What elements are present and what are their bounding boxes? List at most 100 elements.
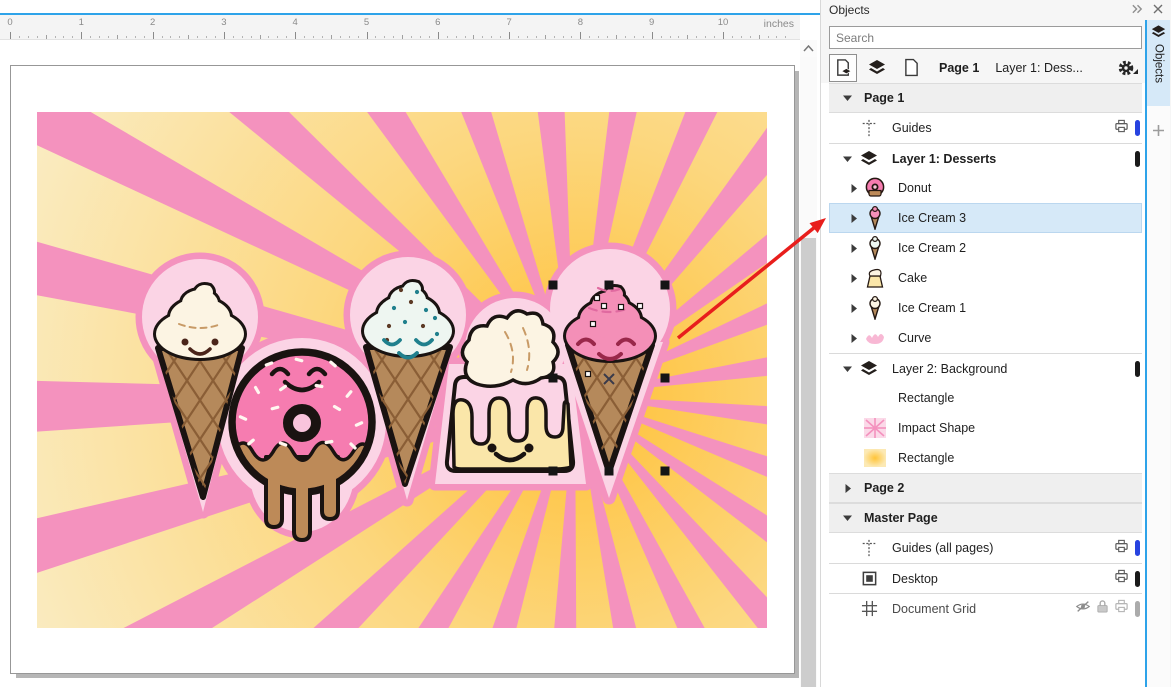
page-header-row-master-page[interactable]: Master Page	[829, 503, 1142, 533]
layer-manager-view-button[interactable]	[863, 54, 891, 82]
row-label: Ice Cream 2	[898, 241, 966, 255]
collapse-toggle-icon[interactable]	[841, 366, 854, 372]
thumbnail-ice-cream-mint	[862, 236, 888, 260]
page-with-layer-icon	[834, 58, 853, 77]
expand-toggle-icon[interactable]	[847, 244, 860, 253]
close-docker-icon[interactable]	[1153, 1, 1163, 19]
ruler-number: 8	[571, 17, 589, 28]
item-row-guides[interactable]: Guides	[829, 113, 1142, 143]
row-label: Page 1	[864, 91, 904, 105]
printer-icon[interactable]	[1114, 539, 1129, 558]
object-row-ice-cream-3[interactable]: Ice Cream 3	[829, 203, 1142, 233]
layer-color-bar[interactable]	[1135, 120, 1140, 136]
drawing-workspace: inches 012345678910	[0, 0, 820, 687]
ruler-number: 0	[1, 17, 19, 28]
drawing-canvas[interactable]	[37, 112, 767, 628]
row-label: Rectangle	[898, 391, 954, 405]
active-layer-label: Layer 1: Dess...	[995, 61, 1083, 75]
add-docker-button[interactable]	[1147, 118, 1170, 142]
view-current-page-button[interactable]	[829, 54, 857, 82]
layers-icon	[868, 60, 886, 76]
docker-tab-strip: Objects	[1145, 20, 1170, 687]
object-row-ice-cream-1[interactable]: Ice Cream 1	[829, 293, 1142, 323]
guides-icon	[856, 119, 882, 137]
layer-color-bar[interactable]	[1135, 151, 1140, 167]
thumbnail-blank	[862, 389, 888, 407]
docker-title: Objects	[829, 3, 870, 17]
search-input[interactable]	[829, 26, 1142, 49]
collapse-docker-icon[interactable]	[1131, 1, 1144, 19]
ruler-number: 1	[72, 17, 90, 28]
eye-off-icon[interactable]	[1075, 600, 1091, 618]
row-label: Master Page	[864, 511, 938, 525]
expand-toggle-icon[interactable]	[847, 334, 860, 343]
layer-color-bar[interactable]	[1135, 361, 1140, 377]
printer-icon[interactable]	[1114, 569, 1129, 588]
layer-color-bar[interactable]	[1135, 540, 1140, 556]
ruler-number: 9	[643, 17, 661, 28]
printer-icon[interactable]	[1114, 119, 1129, 138]
row-label: Guides	[892, 121, 932, 135]
collapse-toggle-icon[interactable]	[841, 95, 854, 101]
page-header-row-page-1[interactable]: Page 1	[829, 83, 1142, 113]
docker-titlebar: Objects	[821, 0, 1171, 20]
object-row-cake[interactable]: Cake	[829, 263, 1142, 293]
expand-toggle-icon[interactable]	[841, 484, 854, 493]
printer-dim-icon[interactable]	[1114, 599, 1129, 618]
object-row-ice-cream-2[interactable]: Ice Cream 2	[829, 233, 1142, 263]
item-row-desktop[interactable]: Desktop	[829, 563, 1142, 593]
docker-options-button[interactable]	[1115, 57, 1137, 79]
document-top-edge	[0, 0, 820, 15]
objects-docker-tab[interactable]: Objects	[1147, 20, 1170, 106]
expand-toggle-icon[interactable]	[847, 214, 860, 223]
row-label: Rectangle	[898, 451, 954, 465]
thumbnail-rect-yellow	[862, 449, 888, 467]
guides-icon	[856, 539, 882, 557]
objects-docker: Objects	[820, 0, 1171, 687]
object-row-rectangle[interactable]: Rectangle	[829, 383, 1142, 413]
expand-toggle-icon[interactable]	[847, 184, 860, 193]
item-row-document-grid[interactable]: Document Grid	[829, 593, 1142, 623]
row-label: Donut	[898, 181, 931, 195]
page-header-row-page-2[interactable]: Page 2	[829, 473, 1142, 503]
row-label: Guides (all pages)	[892, 541, 993, 555]
object-row-donut[interactable]: Donut	[829, 173, 1142, 203]
thumbnail-ice-cream-pink	[862, 206, 888, 230]
row-label: Page 2	[864, 481, 904, 495]
horizontal-ruler[interactable]: inches 012345678910	[0, 15, 800, 40]
ruler-number: 10	[714, 17, 732, 28]
thumbnail-cake	[862, 266, 888, 290]
item-row-guides-all-pages[interactable]: Guides (all pages)	[829, 533, 1142, 563]
chevron-up-icon	[803, 45, 814, 52]
ruler-units-label: inches	[764, 18, 794, 30]
row-label: Ice Cream 1	[898, 301, 966, 315]
layer-color-bar[interactable]	[1135, 571, 1140, 587]
objects-tab-label: Objects	[1153, 44, 1165, 83]
grid-icon	[856, 600, 882, 617]
object-row-curve[interactable]: Curve	[829, 323, 1142, 353]
layer-color-bar[interactable]	[1135, 601, 1140, 617]
collapse-toggle-icon[interactable]	[841, 156, 854, 162]
expand-toggle-icon[interactable]	[847, 304, 860, 313]
vertical-scrollbar[interactable]	[800, 57, 817, 687]
layer-row-layer-1-desserts[interactable]: Layer 1: Desserts	[829, 143, 1142, 173]
ruler-number: 5	[358, 17, 376, 28]
desktop-icon	[856, 570, 882, 587]
scroll-up-button[interactable]	[800, 40, 817, 57]
application-window: inches 012345678910 Objects	[0, 0, 1171, 687]
object-row-impact-shape[interactable]: Impact Shape	[829, 413, 1142, 443]
lock-icon[interactable]	[1096, 599, 1109, 619]
ruler-number: 3	[215, 17, 233, 28]
row-label: Ice Cream 3	[898, 211, 966, 225]
expand-toggle-icon[interactable]	[847, 274, 860, 283]
collapse-toggle-icon[interactable]	[841, 515, 854, 521]
vertical-scrollbar-thumb[interactable]	[801, 238, 816, 687]
row-label: Cake	[898, 271, 927, 285]
pages-view-button[interactable]	[897, 54, 925, 82]
layer-row-layer-2-background[interactable]: Layer 2: Background	[829, 353, 1142, 383]
ruler-number: 7	[500, 17, 518, 28]
object-row-rectangle[interactable]: Rectangle	[829, 443, 1142, 473]
flyout-arrow-icon	[1133, 61, 1138, 79]
thumbnail-impact	[862, 418, 888, 438]
row-label: Curve	[898, 331, 931, 345]
